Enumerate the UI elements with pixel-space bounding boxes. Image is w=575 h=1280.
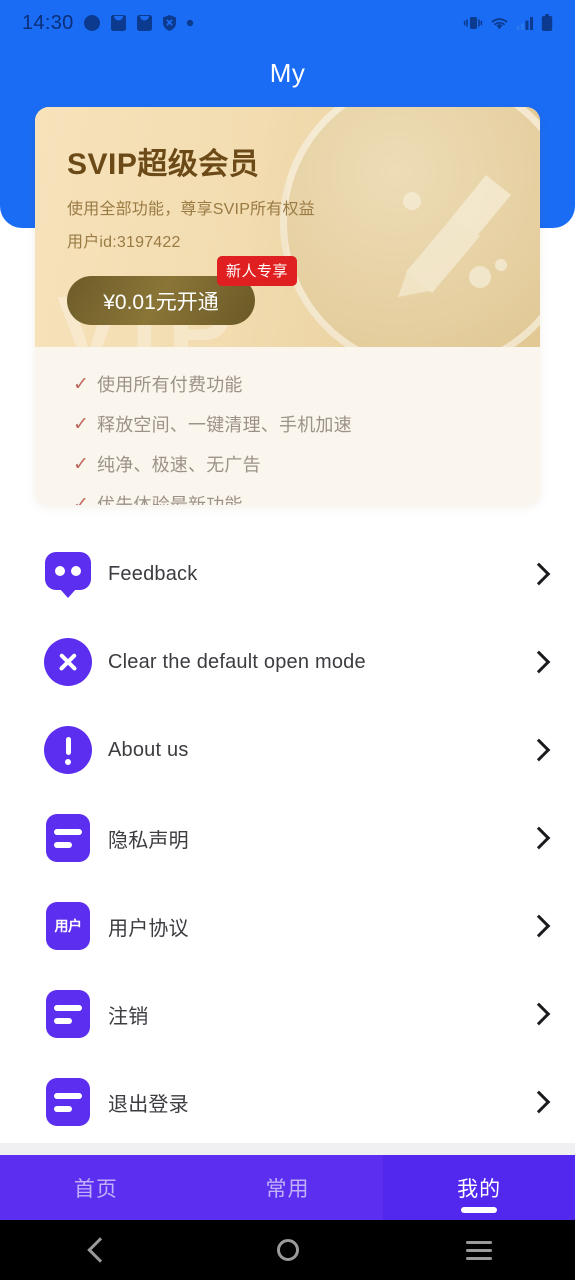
menu-item-label: Feedback bbox=[108, 562, 198, 585]
system-recents-button[interactable] bbox=[383, 1236, 575, 1265]
chevron-right-icon bbox=[527, 563, 549, 585]
check-icon: ✓ bbox=[73, 453, 89, 475]
menu-item-label: About us bbox=[108, 738, 189, 761]
close-circle-icon bbox=[42, 636, 94, 688]
vip-card: VIP SVIP超级会员 使用全部功能，尊享SVIP所有权益 用户id:3197… bbox=[35, 107, 540, 347]
chat-bubble-icon bbox=[42, 548, 94, 600]
chevron-right-icon bbox=[527, 1003, 549, 1025]
menu-item-label: 用户协议 bbox=[108, 917, 189, 940]
menu-item-label: Clear the default open mode bbox=[108, 650, 366, 673]
chevron-right-icon bbox=[527, 827, 549, 849]
vibrate-icon bbox=[463, 15, 483, 31]
info-circle-icon bbox=[42, 724, 94, 776]
chevron-right-icon bbox=[527, 1091, 549, 1113]
benefit-label: 纯净、极速、无广告 bbox=[97, 455, 261, 475]
menu-item-feedback[interactable]: Feedback bbox=[0, 530, 575, 618]
vip-card-container: VIP SVIP超级会员 使用全部功能，尊享SVIP所有权益 用户id:3197… bbox=[35, 107, 540, 505]
compass-icon bbox=[83, 14, 101, 32]
download-icon bbox=[136, 14, 153, 32]
document-icon bbox=[42, 812, 94, 864]
page-title: My bbox=[269, 58, 306, 88]
system-home-button[interactable] bbox=[192, 1239, 384, 1261]
status-bar-clock: 14:30 bbox=[22, 11, 74, 34]
download-icon bbox=[110, 14, 127, 32]
app-root: 14:30 My SVIP超级会员 使用全部功能，尊享SVIP所有权益 用户id… bbox=[0, 0, 575, 1280]
bottom-tab-bar: 首页 常用 我的 bbox=[0, 1155, 575, 1220]
benefit-item: ✓ 纯净、极速、无广告 bbox=[73, 451, 540, 477]
menu-item-logout[interactable]: 退出登录 bbox=[0, 1058, 575, 1146]
menu-item-clear-default-open-mode[interactable]: Clear the default open mode bbox=[0, 618, 575, 706]
vip-card-content: SVIP超级会员 使用全部功能，尊享SVIP所有权益 用户id:3197422 … bbox=[35, 107, 540, 325]
check-icon: ✓ bbox=[73, 493, 89, 506]
user-agreement-icon: 用户 bbox=[42, 900, 94, 952]
signal-icon bbox=[516, 16, 534, 31]
menu-item-privacy-statement[interactable]: 隐私声明 bbox=[0, 794, 575, 882]
benefit-label: 优先体验最新功能 bbox=[97, 495, 243, 505]
tab-active-indicator bbox=[461, 1207, 498, 1213]
status-bar-right bbox=[463, 14, 553, 32]
benefit-item: ✓ 使用所有付费功能 bbox=[73, 371, 540, 397]
benefits-list: ✓ 使用所有付费功能 ✓ 释放空间、一键清理、手机加速 ✓ 纯净、极速、无广告 … bbox=[35, 347, 540, 506]
vip-user-id: 用户id:3197422 bbox=[67, 234, 181, 251]
document-icon bbox=[42, 988, 94, 1040]
menu-item-about-us[interactable]: About us bbox=[0, 706, 575, 794]
chevron-right-icon bbox=[527, 739, 549, 761]
chevron-right-icon bbox=[527, 651, 549, 673]
menu-item-user-agreement[interactable]: 用户 用户协议 bbox=[0, 882, 575, 970]
menu-item-delete-account[interactable]: 注销 bbox=[0, 970, 575, 1058]
dot-icon bbox=[186, 19, 194, 27]
wifi-icon bbox=[490, 16, 509, 31]
vip-title: SVIP超级会员 bbox=[67, 148, 260, 181]
buy-row: ¥0.01元开通 新人专享 bbox=[67, 256, 540, 325]
tab-label: 我的 bbox=[457, 1177, 502, 1201]
benefit-label: 使用所有付费功能 bbox=[97, 375, 243, 395]
tab-mine[interactable]: 我的 bbox=[383, 1155, 575, 1220]
tab-label: 首页 bbox=[73, 1177, 118, 1201]
benefit-label: 释放空间、一键清理、手机加速 bbox=[97, 415, 352, 435]
check-icon: ✓ bbox=[73, 373, 89, 395]
settings-menu: Feedback Clear the default open mode Abo… bbox=[0, 530, 575, 1146]
menu-item-label: 注销 bbox=[108, 1005, 149, 1028]
chevron-right-icon bbox=[527, 915, 549, 937]
new-user-badge: 新人专享 bbox=[217, 256, 298, 286]
document-icon bbox=[42, 1076, 94, 1128]
status-bar: 14:30 bbox=[0, 0, 575, 46]
recents-icon bbox=[466, 1236, 493, 1265]
battery-icon bbox=[541, 14, 553, 32]
tab-label: 常用 bbox=[265, 1177, 310, 1201]
tabbar-spacer bbox=[0, 1143, 575, 1155]
vip-subtitle: 使用全部功能，尊享SVIP所有权益 bbox=[67, 201, 315, 218]
tab-common[interactable]: 常用 bbox=[192, 1155, 384, 1220]
menu-item-label: 隐私声明 bbox=[108, 829, 189, 852]
home-icon bbox=[276, 1239, 299, 1261]
shield-x-icon bbox=[162, 14, 177, 32]
tab-home[interactable]: 首页 bbox=[0, 1155, 192, 1220]
user-agreement-icon-text: 用户 bbox=[46, 902, 90, 950]
check-icon: ✓ bbox=[73, 413, 89, 435]
status-bar-left: 14:30 bbox=[22, 12, 194, 35]
benefit-item: ✓ 释放空间、一键清理、手机加速 bbox=[73, 411, 540, 437]
system-navigation-bar bbox=[0, 1220, 575, 1280]
menu-item-label: 退出登录 bbox=[108, 1093, 189, 1116]
benefit-item: ✓ 优先体验最新功能 bbox=[73, 491, 540, 506]
